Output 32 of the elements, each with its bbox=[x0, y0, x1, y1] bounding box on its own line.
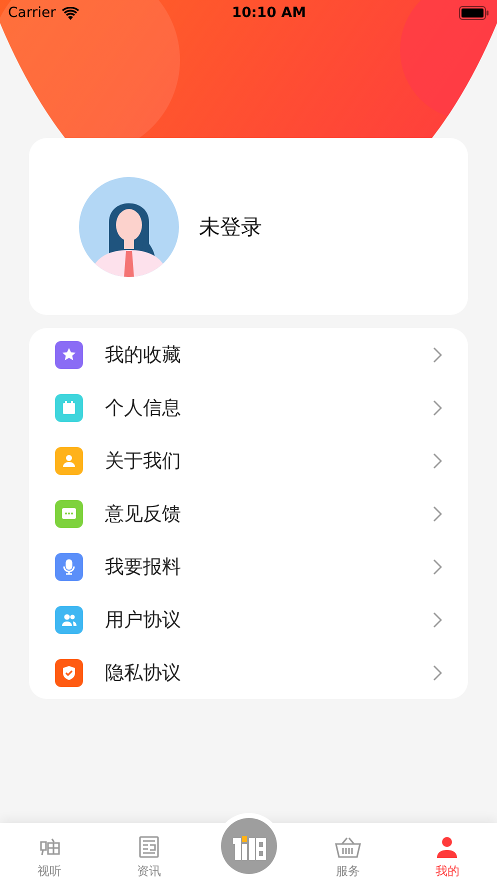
chevron-right-icon bbox=[433, 558, 442, 574]
newspaper-icon bbox=[138, 835, 160, 859]
chevron-right-icon bbox=[433, 400, 442, 416]
menu-item[interactable]: 隐私协议 bbox=[29, 646, 468, 699]
card-icon bbox=[55, 394, 83, 422]
menu-item[interactable]: 关于我们 bbox=[29, 434, 468, 487]
carrier-label: Carrier bbox=[8, 5, 56, 21]
mic-icon bbox=[55, 552, 83, 580]
chevron-right-icon bbox=[433, 612, 442, 628]
shield-icon bbox=[55, 658, 83, 686]
menu-item[interactable]: 我要报料 bbox=[29, 540, 468, 593]
menu-item[interactable]: 意见反馈 bbox=[29, 487, 468, 540]
person-icon bbox=[435, 835, 460, 859]
person-icon bbox=[55, 446, 83, 474]
login-status[interactable]: 未登录 bbox=[199, 212, 262, 240]
users-icon bbox=[55, 606, 83, 634]
tab[interactable]: 我的 bbox=[398, 823, 497, 883]
menu-item[interactable]: 我的收藏 bbox=[29, 328, 468, 381]
chevron-right-icon bbox=[433, 452, 442, 468]
chevron-right-icon bbox=[433, 664, 442, 680]
tab[interactable]: 资讯 bbox=[99, 823, 199, 883]
chevron-right-icon bbox=[433, 506, 442, 522]
chevron-right-icon bbox=[433, 346, 442, 362]
basket-icon bbox=[334, 835, 362, 859]
chat-icon bbox=[55, 500, 83, 528]
menu-item[interactable]: 用户协议 bbox=[29, 593, 468, 646]
wifi-icon bbox=[62, 6, 79, 20]
battery-icon bbox=[458, 6, 489, 20]
tab[interactable]: 服务 bbox=[298, 823, 398, 883]
menu-item[interactable]: 个人信息 bbox=[29, 381, 468, 434]
tab[interactable]: 视听 bbox=[0, 823, 100, 883]
time-label: 10:10 AM bbox=[232, 5, 306, 21]
